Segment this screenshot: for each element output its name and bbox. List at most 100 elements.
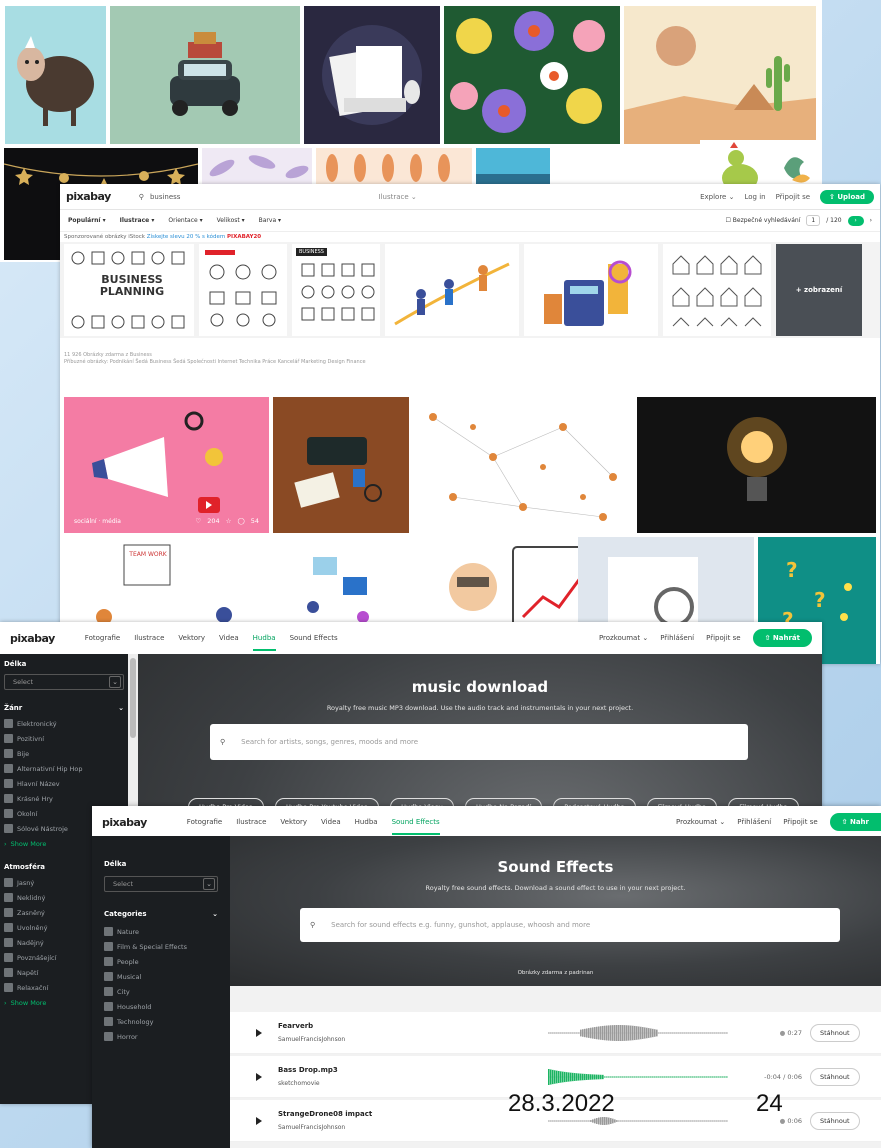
upload-button[interactable]: ⇧ Nahrát (752, 629, 812, 647)
category-option[interactable]: People (104, 954, 218, 969)
thumb-feathers[interactable] (202, 148, 312, 188)
login-link[interactable]: Log in (744, 193, 765, 201)
explore-link[interactable]: Explore ⌄ (700, 193, 734, 201)
join-link[interactable]: Připojit se (776, 193, 810, 201)
explore-link[interactable]: Prozkoumat ⌄ (599, 634, 648, 642)
search-bar[interactable]: ⚲ business Ilustrace ⌄ (133, 188, 423, 206)
istock-icons-a[interactable] (199, 244, 287, 336)
nav-sound-effects[interactable]: Sound Effects (391, 818, 440, 835)
istock-climbers[interactable] (385, 244, 519, 336)
category-option[interactable]: Household (104, 999, 218, 1014)
istock-icons-c[interactable] (663, 244, 771, 336)
music-search-input[interactable]: ⚲ Search for artists, songs, genres, moo… (210, 724, 748, 760)
filter-popular[interactable]: Populární ▾ (68, 217, 106, 224)
category-option[interactable]: Nature (104, 924, 218, 939)
track-title[interactable]: Fearverb (278, 1022, 548, 1030)
join-link[interactable]: Připojit se (783, 818, 817, 826)
nav-vectors[interactable]: Vektory (178, 634, 205, 642)
category-option[interactable]: Technology (104, 1014, 218, 1029)
nav-music[interactable]: Hudba (355, 818, 378, 826)
istock-finance[interactable] (524, 244, 658, 336)
play-icon[interactable] (256, 1072, 262, 1081)
thumb-sheep[interactable] (5, 6, 106, 144)
genre-option[interactable]: Bije (4, 746, 124, 761)
hero-credit[interactable]: Obrázky zdarma z padrinan (230, 970, 881, 976)
genre-heading[interactable]: Žánr ⌄ (4, 704, 124, 712)
download-button[interactable]: Stáhnout (810, 1067, 860, 1086)
search-type-select[interactable]: Ilustrace ⌄ (379, 193, 417, 201)
join-link[interactable]: Připojit se (706, 634, 740, 642)
thumb-office[interactable] (304, 6, 440, 144)
nav-vectors[interactable]: Vektory (280, 818, 307, 826)
thumb-flowers[interactable] (444, 6, 620, 144)
filter-type[interactable]: Ilustrace ▾ (120, 217, 155, 224)
download-button[interactable]: Stáhnout (810, 1023, 860, 1042)
page-input[interactable]: 1 (806, 215, 821, 226)
pixabay-logo[interactable]: pixabay (10, 632, 55, 645)
search-input[interactable]: business (150, 193, 379, 201)
length-select[interactable]: Select ⌄ (4, 674, 124, 690)
genre-option[interactable]: Hlavní Název (4, 776, 124, 791)
genre-option[interactable]: Alternativní Hip Hop (4, 761, 124, 776)
thumb-sea[interactable] (476, 148, 550, 188)
genre-option[interactable]: Krásné Hry (4, 791, 124, 806)
nav-photos[interactable]: Fotografie (187, 818, 222, 826)
nav-videos[interactable]: Videa (321, 818, 341, 826)
pixabay-logo[interactable]: pixabay (102, 816, 147, 829)
nav-illustrations[interactable]: Ilustrace (134, 634, 164, 642)
download-button[interactable]: Stáhnout (810, 1111, 860, 1130)
genre-option[interactable]: Elektronický (4, 716, 124, 731)
nav-illustrations[interactable]: Ilustrace (236, 818, 266, 826)
category-option[interactable]: Horror (104, 1029, 218, 1044)
waveform[interactable] (548, 1067, 728, 1087)
star-icon[interactable]: ☆ (226, 517, 232, 525)
login-link[interactable]: Přihlášení (737, 818, 771, 826)
card-social-media[interactable]: sociální · média ♡ 204 ☆ ◯ 54 (64, 397, 269, 533)
discount-link[interactable]: Získejte slevu 20 % s kódem (147, 234, 226, 240)
sfx-search-input[interactable]: ⚲ Search for sound effects e.g. funny, g… (300, 908, 840, 942)
category-option[interactable]: Musical (104, 969, 218, 984)
play-icon[interactable] (256, 1116, 262, 1125)
login-link[interactable]: Přihlášení (660, 634, 694, 642)
thumb-leaves[interactable] (316, 148, 472, 188)
chevron-right-icon[interactable]: › (870, 217, 872, 224)
comment-icon[interactable]: ◯ (237, 517, 244, 525)
thumb-car[interactable] (110, 6, 300, 144)
pixabay-logo[interactable]: pixabay (66, 190, 111, 203)
waveform-bar (684, 1076, 686, 1077)
next-page-button[interactable]: › (847, 215, 864, 226)
thumb-desert[interactable] (624, 6, 816, 144)
category-option[interactable]: City (104, 984, 218, 999)
filter-color[interactable]: Barva ▾ (259, 217, 281, 224)
categories-heading[interactable]: Categories ⌄ (104, 910, 218, 918)
filter-size[interactable]: Velikost ▾ (217, 217, 245, 224)
safe-search-checkbox[interactable]: ☐ Bezpečné vyhledávání (725, 217, 800, 224)
istock-business-planning[interactable]: BUSINESS PLANNING (64, 244, 194, 336)
track-author[interactable]: SamuelFrancisJohnson (278, 1036, 548, 1043)
nav-sound-effects[interactable]: Sound Effects (290, 634, 338, 642)
nav-music[interactable]: Hudba (252, 634, 276, 651)
istock-icons-b[interactable]: BUSINESS (292, 244, 380, 336)
card-briefcase[interactable] (273, 397, 409, 533)
waveform[interactable] (548, 1023, 728, 1043)
genre-option[interactable]: Pozitivní (4, 731, 124, 746)
explore-link[interactable]: Prozkoumat ⌄ (676, 818, 725, 826)
nav-photos[interactable]: Fotografie (85, 634, 120, 642)
like-icon[interactable]: ♡ (195, 517, 201, 525)
card-lightbulb[interactable] (637, 397, 876, 533)
card-network[interactable] (413, 397, 633, 533)
card-tag[interactable]: sociální · média (74, 518, 121, 525)
upload-button[interactable]: ⇧ Nahr (829, 813, 881, 831)
upload-button[interactable]: ⇧ Upload (820, 189, 874, 204)
related-tags[interactable]: Příbuzné obrázky: Podnikání Šedá Busines… (64, 359, 876, 366)
filter-orientation[interactable]: Orientace ▾ (168, 217, 202, 224)
track-title[interactable]: Bass Drop.mp3 (278, 1066, 548, 1074)
nav-videos[interactable]: Videa (219, 634, 239, 642)
play-icon[interactable] (256, 1028, 262, 1037)
istock-more[interactable]: + zobrazení (776, 244, 862, 336)
track-author[interactable]: SamuelFrancisJohnson (278, 1124, 548, 1131)
track-author[interactable]: sketchomovie (278, 1080, 548, 1087)
thumb-rooster[interactable] (700, 140, 816, 190)
category-option[interactable]: Film & Special Effects (104, 939, 218, 954)
length-select[interactable]: Select ⌄ (104, 876, 218, 892)
